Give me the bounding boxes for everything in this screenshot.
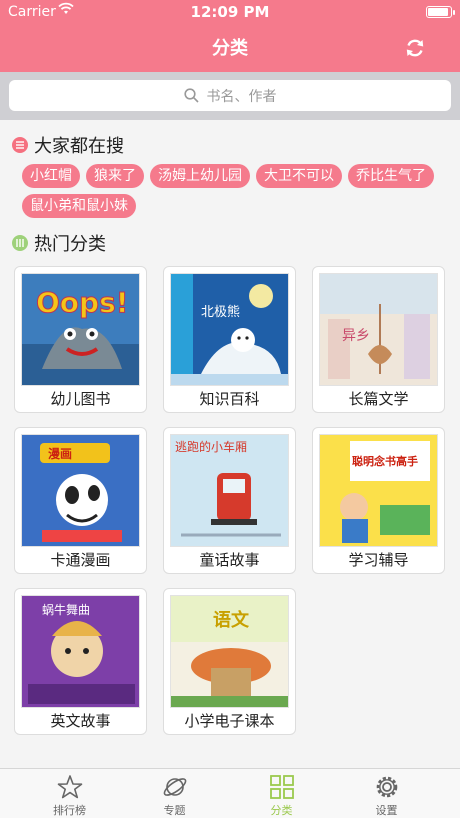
category-label: 卡通漫画 xyxy=(50,551,111,569)
book-cover: 蜗牛舞曲 xyxy=(21,595,140,708)
category-card[interactable]: 逃跑的小车厢 童话故事 xyxy=(163,427,296,574)
tab-ranking[interactable]: 排行榜 xyxy=(12,769,127,818)
tab-settings[interactable]: 设置 xyxy=(329,769,444,818)
gear-icon xyxy=(376,776,397,798)
tab-label: 专题 xyxy=(163,804,186,817)
category-card[interactable]: 语文 小学电子课本 xyxy=(163,588,296,735)
tab-label: 排行榜 xyxy=(53,804,86,817)
book-cover: 语文 xyxy=(170,595,289,708)
search-tag[interactable]: 汤姆上幼儿园 xyxy=(150,164,250,188)
book-cover: Oops! xyxy=(21,273,140,386)
svg-text:蜗牛舞曲: 蜗牛舞曲 xyxy=(42,602,90,617)
header: Carrier 12:09 PM 分类 xyxy=(0,0,460,72)
page-title: 分类 xyxy=(212,38,248,59)
category-card[interactable]: 北极熊 知识百科 xyxy=(163,266,296,413)
category-card[interactable]: 漫画 卡通漫画 xyxy=(14,427,147,574)
categories-title: 热门分类 xyxy=(12,230,106,256)
category-label: 英文故事 xyxy=(50,712,111,730)
battery-icon xyxy=(426,6,455,18)
svg-text:北极熊: 北极熊 xyxy=(201,304,240,320)
status-bar: Carrier 12:09 PM xyxy=(0,0,460,24)
category-card[interactable]: 异乡 长篇文学 xyxy=(312,266,445,413)
book-cover: 逃跑的小车厢 xyxy=(170,434,289,547)
category-label: 小学电子课本 xyxy=(184,712,275,730)
tab-label: 分类 xyxy=(270,804,293,817)
svg-text:异乡: 异乡 xyxy=(342,328,370,344)
columns-icon xyxy=(12,235,28,251)
book-cover: 漫画 xyxy=(21,434,140,547)
svg-text:Oops!: Oops! xyxy=(36,286,129,319)
categories-label: 热门分类 xyxy=(34,234,106,255)
book-cover: 异乡 xyxy=(319,273,438,386)
svg-text:漫画: 漫画 xyxy=(48,446,72,461)
hot-search-label: 大家都在搜 xyxy=(34,136,124,157)
category-label: 知识百科 xyxy=(199,390,260,408)
category-card[interactable]: 蜗牛舞曲 英文故事 xyxy=(14,588,147,735)
svg-text:语文: 语文 xyxy=(213,609,250,631)
search-tag[interactable]: 大卫不可以 xyxy=(256,164,342,188)
category-label: 幼儿图书 xyxy=(50,390,111,408)
search-icon xyxy=(183,88,199,103)
grid-icon xyxy=(269,775,294,799)
search-tag[interactable]: 鼠小弟和鼠小妹 xyxy=(22,194,136,218)
tab-bar: 排行榜 专题 分类 设置 xyxy=(0,768,460,818)
hot-search-tags: 小红帽 狼来了 汤姆上幼儿园 大卫不可以 乔比生气了鼠小弟和鼠小妹 xyxy=(22,164,452,224)
status-time: 12:09 PM xyxy=(190,3,270,21)
category-card[interactable]: Oops! 幼儿图书 xyxy=(14,266,147,413)
svg-text:聪明念书高手: 聪明念书高手 xyxy=(352,454,418,468)
book-cover: 聪明念书高手 xyxy=(319,434,438,547)
search-input[interactable]: 书名、作者 xyxy=(9,80,451,111)
star-icon xyxy=(57,775,82,799)
search-tag[interactable]: 乔比生气了 xyxy=(348,164,434,188)
tab-label: 设置 xyxy=(375,804,398,817)
refresh-icon[interactable] xyxy=(404,37,426,59)
planet-icon xyxy=(163,778,186,796)
category-label: 童话故事 xyxy=(199,551,260,569)
svg-text:逃跑的小车厢: 逃跑的小车厢 xyxy=(175,439,247,454)
search-bar: 书名、作者 xyxy=(0,72,460,120)
search-tag[interactable]: 小红帽 xyxy=(22,164,80,188)
list-icon xyxy=(12,137,28,153)
search-tag[interactable]: 狼来了 xyxy=(86,164,144,188)
category-label: 长篇文学 xyxy=(348,390,409,408)
category-card[interactable]: 聪明念书高手 学习辅导 xyxy=(312,427,445,574)
search-placeholder: 书名、作者 xyxy=(206,88,277,105)
tab-topics[interactable]: 专题 xyxy=(117,769,232,818)
tab-categories[interactable]: 分类 xyxy=(224,769,339,818)
book-cover: 北极熊 xyxy=(170,273,289,386)
category-label: 学习辅导 xyxy=(348,551,409,569)
hot-search-title: 大家都在搜 xyxy=(12,132,124,158)
